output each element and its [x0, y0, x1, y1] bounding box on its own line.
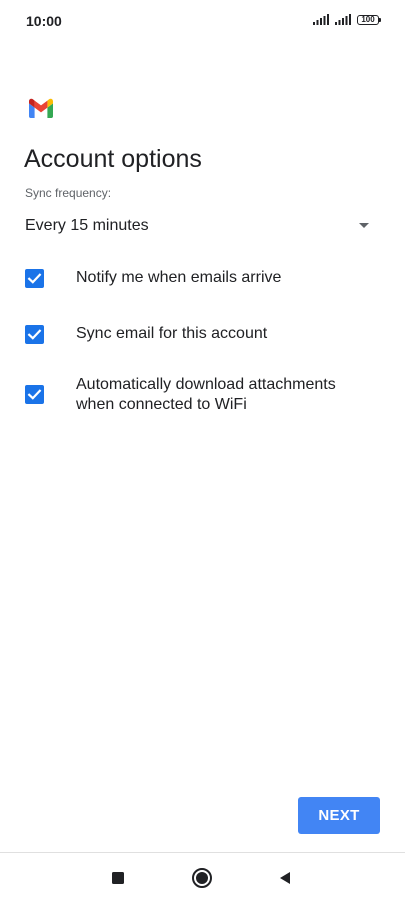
notify-emails-checkbox[interactable] — [25, 269, 44, 288]
auto-download-checkbox[interactable] — [25, 385, 44, 404]
signal-icon — [313, 14, 329, 25]
checkmark-icon — [27, 389, 42, 400]
page-title: Account options — [24, 145, 202, 173]
checkmark-icon — [27, 273, 42, 284]
back-triangle-icon — [280, 872, 290, 884]
recents-button[interactable] — [105, 865, 131, 891]
recents-square-icon — [112, 872, 124, 884]
battery-icon: 100 — [357, 14, 381, 25]
navigation-bar — [0, 853, 405, 902]
sync-email-checkbox[interactable] — [25, 325, 44, 344]
sync-frequency-label: Sync frequency: — [25, 186, 112, 200]
auto-download-label: Automatically download attachments when … — [76, 376, 336, 413]
home-button[interactable] — [189, 865, 215, 891]
status-icons: 100 — [313, 14, 381, 25]
battery-level: 100 — [361, 14, 375, 24]
status-bar: 10:00 100 — [0, 0, 405, 44]
sync-frequency-value: Every 15 minutes — [25, 217, 149, 234]
option-sync-email[interactable]: Sync email for this account — [0, 316, 405, 352]
gmail-logo-icon — [29, 98, 53, 118]
home-circle-icon — [192, 868, 212, 888]
back-button[interactable] — [272, 865, 298, 891]
status-time: 10:00 — [26, 13, 62, 29]
sync-email-label: Sync email for this account — [76, 325, 268, 342]
sync-frequency-dropdown[interactable]: Every 15 minutes — [25, 210, 377, 242]
signal-icon — [335, 14, 351, 25]
notify-emails-label: Notify me when emails arrive — [76, 269, 282, 286]
dropdown-arrow-icon — [359, 223, 369, 228]
account-options-screen: 10:00 100 Account options Sync frequency… — [0, 0, 405, 902]
option-auto-download[interactable]: Automatically download attachments when … — [0, 372, 405, 420]
next-button[interactable]: NEXT — [298, 797, 380, 834]
checkmark-icon — [27, 329, 42, 340]
option-notify-emails[interactable]: Notify me when emails arrive — [0, 260, 405, 296]
